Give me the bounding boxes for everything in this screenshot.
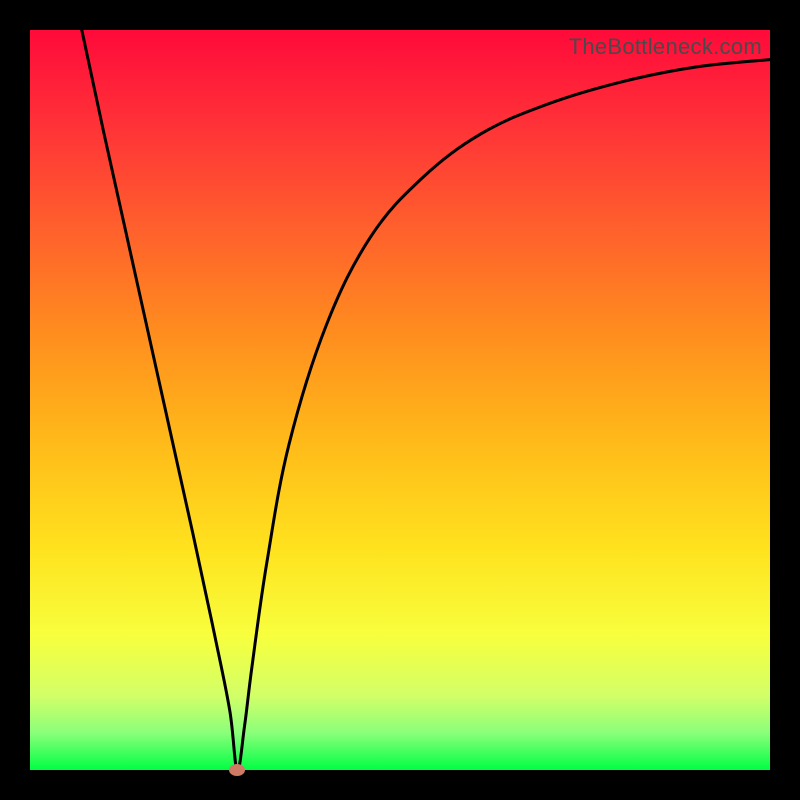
optimal-point-marker: [229, 764, 245, 776]
chart-frame: TheBottleneck.com: [0, 0, 800, 800]
bottleneck-curve: [82, 30, 770, 770]
plot-area: TheBottleneck.com: [30, 30, 770, 770]
curve-svg: [30, 30, 770, 770]
